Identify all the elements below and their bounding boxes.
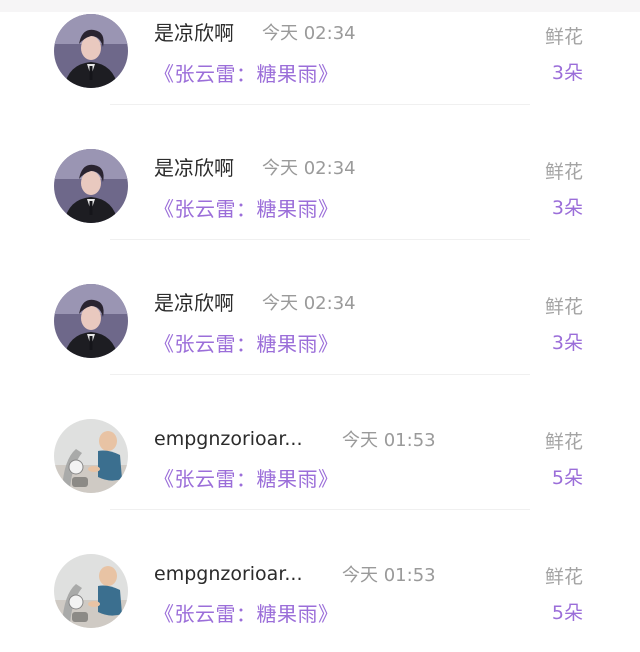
divider bbox=[110, 239, 530, 240]
book-title-link[interactable]: 《张云雷：糖果雨》 bbox=[154, 193, 339, 222]
divider bbox=[110, 104, 530, 105]
list-item[interactable]: 是凉欣啊 今天 02:34 《张云雷：糖果雨》 鲜花 3朵 bbox=[0, 135, 640, 270]
username: empgnzorioar... bbox=[154, 563, 303, 585]
book-title-link[interactable]: 《张云雷：糖果雨》 bbox=[154, 598, 339, 627]
username: 是凉欣啊 bbox=[154, 291, 234, 315]
list-item[interactable]: empgnzorioar... 今天 01:53 《张云雷：糖果雨》 鲜花 5朵 bbox=[0, 540, 640, 652]
gift-count: 5朵 bbox=[551, 602, 583, 624]
gift-count: 3朵 bbox=[551, 62, 583, 84]
list-item[interactable]: 是凉欣啊 今天 02:34 《张云雷：糖果雨》 鲜花 3朵 bbox=[0, 270, 640, 405]
gift-type: 鲜花 bbox=[544, 431, 583, 453]
gift-type: 鲜花 bbox=[544, 26, 583, 48]
avatar[interactable] bbox=[54, 284, 128, 358]
username: 是凉欣啊 bbox=[154, 156, 234, 180]
timestamp: 今天 02:34 bbox=[262, 23, 356, 44]
divider bbox=[110, 374, 530, 375]
gift-count: 3朵 bbox=[551, 197, 583, 219]
username: empgnzorioar... bbox=[154, 428, 303, 450]
divider bbox=[110, 509, 530, 510]
avatar[interactable] bbox=[54, 554, 128, 628]
list-item[interactable]: empgnzorioar... 今天 01:53 《张云雷：糖果雨》 鲜花 5朵 bbox=[0, 405, 640, 540]
timestamp: 今天 01:53 bbox=[342, 430, 436, 451]
gift-count: 3朵 bbox=[551, 332, 583, 354]
timestamp: 今天 02:34 bbox=[262, 293, 356, 314]
book-title-link[interactable]: 《张云雷：糖果雨》 bbox=[154, 463, 339, 492]
avatar[interactable] bbox=[54, 149, 128, 223]
gift-list: 是凉欣啊 今天 02:34 《张云雷：糖果雨》 鲜花 3朵 是凉欣啊 今天 02… bbox=[0, 0, 640, 652]
username: 是凉欣啊 bbox=[154, 21, 234, 45]
gift-type: 鲜花 bbox=[544, 296, 583, 318]
avatar[interactable] bbox=[54, 419, 128, 493]
book-title-link[interactable]: 《张云雷：糖果雨》 bbox=[154, 328, 339, 357]
timestamp: 今天 02:34 bbox=[262, 158, 356, 179]
gift-type: 鲜花 bbox=[544, 161, 583, 183]
avatar[interactable] bbox=[54, 14, 128, 88]
timestamp: 今天 01:53 bbox=[342, 565, 436, 586]
gift-type: 鲜花 bbox=[544, 566, 583, 588]
book-title-link[interactable]: 《张云雷：糖果雨》 bbox=[154, 58, 339, 87]
gift-count: 5朵 bbox=[551, 467, 583, 489]
list-item[interactable]: 是凉欣啊 今天 02:34 《张云雷：糖果雨》 鲜花 3朵 bbox=[0, 0, 640, 135]
